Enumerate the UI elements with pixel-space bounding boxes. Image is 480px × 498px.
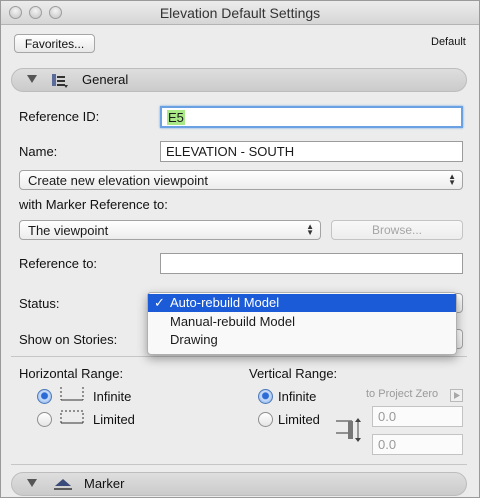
vertical-top-field[interactable]: 0.0	[372, 406, 463, 427]
vertical-limited-radio[interactable]	[258, 412, 273, 427]
disclosure-triangle-icon[interactable]	[27, 479, 37, 487]
vertical-limited-label: Limited	[278, 412, 320, 427]
marker-section-header[interactable]: Marker	[11, 472, 467, 496]
horizontal-limited-radio[interactable]	[37, 412, 52, 427]
show-on-stories-label: Show on Stories:	[19, 332, 118, 347]
favorites-button[interactable]: Favorites...	[14, 34, 95, 53]
reference-id-field[interactable]: E5	[160, 106, 463, 128]
divider	[11, 464, 467, 465]
reference-id-label: Reference ID:	[19, 109, 100, 124]
vertical-limit-icon	[336, 418, 361, 442]
select-arrows-icon: ▲ ▼	[306, 222, 314, 237]
viewpoint-select[interactable]: Create new elevation viewpoint ▲ ▼	[19, 170, 463, 190]
vertical-infinite-label: Infinite	[278, 389, 317, 404]
infinite-range-icon	[60, 387, 84, 401]
window-title: Elevation Default Settings	[159, 5, 321, 21]
settings-dialog: Elevation Default Settings Favorites... …	[0, 0, 480, 498]
status-popup-menu: ✓ Auto-rebuild Model Manual-rebuild Mode…	[147, 292, 457, 355]
horizontal-range-label: Horizontal Range:	[19, 366, 124, 381]
checkmark-icon: ✓	[154, 295, 165, 310]
reference-id-value: E5	[167, 110, 185, 125]
marker-reference-select[interactable]: The viewpoint ▲ ▼	[19, 220, 321, 240]
horizontal-limited-label: Limited	[93, 412, 135, 427]
marker-reference-label: with Marker Reference to:	[19, 197, 168, 212]
reference-to-field[interactable]	[160, 253, 463, 274]
disclosure-triangle-icon[interactable]	[27, 75, 37, 83]
limited-range-icon	[60, 410, 84, 424]
to-project-zero-label: to Project Zero	[366, 388, 439, 400]
vertical-range-label: Vertical Range:	[249, 366, 338, 381]
name-field[interactable]: ELEVATION - SOUTH	[160, 141, 463, 162]
horizontal-infinite-label: Infinite	[93, 389, 132, 404]
vertical-infinite-radio[interactable]	[258, 389, 273, 404]
name-label: Name:	[19, 144, 58, 159]
status-option-manual-rebuild[interactable]: Manual-rebuild Model	[148, 313, 456, 331]
title-bar: Elevation Default Settings	[1, 1, 479, 25]
elevation-tool-icon	[52, 74, 68, 88]
marker-section-label: Marker	[84, 476, 125, 491]
status-option-auto-rebuild[interactable]: ✓ Auto-rebuild Model	[148, 294, 456, 312]
marker-icon	[54, 479, 72, 490]
general-section-label: General	[82, 72, 129, 87]
general-section-header[interactable]: General	[11, 68, 467, 92]
play-arrow-icon	[454, 392, 460, 399]
reference-to-label: Reference to:	[19, 256, 98, 271]
viewpoint-select-value: Create new elevation viewpoint	[28, 173, 208, 188]
horizontal-infinite-radio[interactable]	[37, 389, 52, 404]
status-label: Status:	[19, 296, 60, 311]
browse-button[interactable]: Browse...	[331, 220, 463, 240]
default-label: Default	[431, 36, 466, 48]
project-zero-arrow-button[interactable]	[450, 389, 463, 402]
marker-reference-value: The viewpoint	[28, 223, 109, 238]
vertical-bottom-field[interactable]: 0.0	[372, 434, 463, 455]
divider	[11, 356, 467, 357]
select-arrows-icon: ▲ ▼	[448, 172, 456, 187]
status-option-drawing[interactable]: Drawing	[148, 331, 456, 349]
